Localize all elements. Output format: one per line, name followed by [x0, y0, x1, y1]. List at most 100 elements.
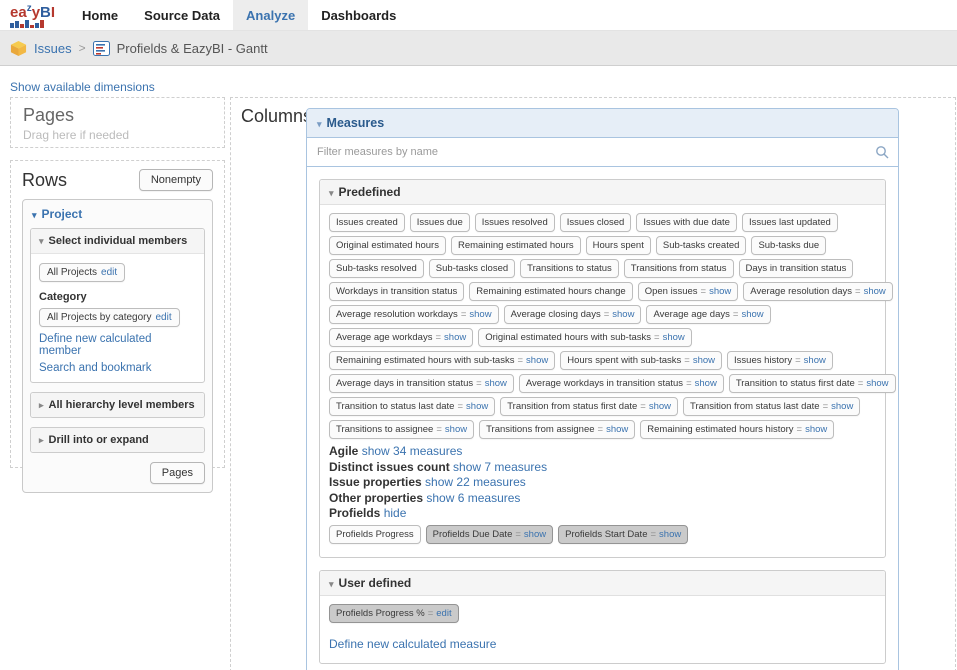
eazybi-logo[interactable]: eazyBI: [0, 0, 69, 30]
show-link[interactable]: show: [831, 401, 853, 412]
search-and-bookmark-link[interactable]: Search and bookmark: [39, 362, 196, 374]
show-link[interactable]: show: [606, 424, 628, 435]
measure-chip[interactable]: Issues created: [329, 213, 405, 232]
measure-chip[interactable]: Transitions to status: [520, 259, 619, 278]
move-to-pages-button[interactable]: Pages: [150, 462, 205, 484]
nav-item-home[interactable]: Home: [69, 0, 131, 30]
measure-group-line: Profields hide: [329, 506, 876, 522]
measure-chip[interactable]: Sub-tasks resolved: [329, 259, 424, 278]
drill-into-or-expand-header[interactable]: ▸Drill into or expand: [31, 428, 204, 452]
measure-chip[interactable]: Issues history=show: [727, 351, 833, 370]
project-dimension-header[interactable]: ▾Project: [23, 200, 212, 228]
measure-chip[interactable]: Remaining estimated hours with sub-tasks…: [329, 351, 555, 370]
measure-chip[interactable]: Workdays in transition status: [329, 282, 464, 301]
measure-group-toggle-link[interactable]: hide: [384, 506, 407, 520]
measure-chip[interactable]: Profields Due Date=show: [426, 525, 553, 544]
show-link[interactable]: show: [524, 529, 546, 540]
measure-chip[interactable]: Average age days=show: [646, 305, 770, 324]
measure-group-toggle-link[interactable]: show 22 measures: [425, 475, 526, 489]
show-link[interactable]: show: [526, 355, 548, 366]
show-available-dimensions-link[interactable]: Show available dimensions: [10, 80, 155, 94]
equals-sign: =: [512, 529, 524, 540]
measure-chip[interactable]: Remaining estimated hours: [451, 236, 581, 255]
show-link[interactable]: show: [866, 378, 888, 389]
show-link[interactable]: show: [805, 424, 827, 435]
show-link[interactable]: show: [741, 309, 763, 320]
measure-chip[interactable]: Average age workdays=show: [329, 328, 473, 347]
show-link[interactable]: show: [663, 332, 685, 343]
measure-chip[interactable]: Hours spent: [586, 236, 651, 255]
select-individual-members-header[interactable]: ▾Select individual members: [31, 229, 204, 254]
predefined-group-header[interactable]: ▾Predefined: [320, 180, 885, 205]
measure-chip[interactable]: Transition to status last date=show: [329, 397, 495, 416]
measure-chip[interactable]: Days in transition status: [739, 259, 854, 278]
measure-chip[interactable]: Transition from status first date=show: [500, 397, 678, 416]
measure-group-toggle-link[interactable]: show 34 measures: [362, 444, 463, 458]
nonempty-button[interactable]: Nonempty: [139, 169, 213, 191]
show-link[interactable]: show: [445, 424, 467, 435]
edit-member-link[interactable]: edit: [101, 267, 117, 278]
measure-chip[interactable]: Issues due: [410, 213, 470, 232]
measure-chip[interactable]: Average resolution workdays=show: [329, 305, 499, 324]
measure-chip[interactable]: Transitions from assignee=show: [479, 420, 635, 439]
measure-chip[interactable]: Transition from status last date=show: [683, 397, 860, 416]
pages-drop-zone[interactable]: Pages Drag here if needed: [10, 97, 225, 148]
measure-chip[interactable]: Issues with due date: [636, 213, 737, 232]
show-link[interactable]: show: [695, 378, 717, 389]
define-calculated-measure-link[interactable]: Define new calculated measure: [329, 637, 876, 651]
show-link[interactable]: show: [804, 355, 826, 366]
show-link[interactable]: show: [466, 401, 488, 412]
nav-item-dashboards[interactable]: Dashboards: [308, 0, 409, 30]
show-link[interactable]: show: [864, 286, 886, 297]
measure-chip[interactable]: Profields Start Date=show: [558, 525, 688, 544]
measure-chip[interactable]: Hours spent with sub-tasks=show: [560, 351, 722, 370]
edit-member-link[interactable]: edit: [156, 312, 172, 323]
edit-link[interactable]: edit: [436, 608, 451, 619]
show-link[interactable]: show: [693, 355, 715, 366]
member-chip-all-projects-by-category[interactable]: All Projects by categoryedit: [39, 308, 180, 327]
measure-chip[interactable]: Transitions to assignee=show: [329, 420, 474, 439]
measure-chip[interactable]: Average resolution days=show: [743, 282, 893, 301]
show-link[interactable]: show: [444, 332, 466, 343]
measure-group-toggle-link[interactable]: show 6 measures: [426, 491, 520, 505]
filter-measures-input[interactable]: [307, 138, 898, 166]
measure-chip[interactable]: Open issues=show: [638, 282, 739, 301]
measure-chip[interactable]: Remaining estimated hours change: [469, 282, 632, 301]
show-link[interactable]: show: [469, 309, 491, 320]
all-hierarchy-level-members-header[interactable]: ▸All hierarchy level members: [31, 393, 204, 417]
profields-chip-row: Profields Progress Profields Due Date=sho…: [329, 525, 876, 544]
measure-chip[interactable]: Issues resolved: [475, 213, 555, 232]
show-link[interactable]: show: [659, 529, 681, 540]
equals-sign: =: [601, 309, 613, 320]
show-link[interactable]: show: [485, 378, 507, 389]
measure-chip[interactable]: Average workdays in transition status=sh…: [519, 374, 724, 393]
measure-chip[interactable]: Remaining estimated hours history=show: [640, 420, 834, 439]
measure-chip[interactable]: Original estimated hours with sub-tasks=…: [478, 328, 692, 347]
show-link[interactable]: show: [649, 401, 671, 412]
measure-chip-label: Original estimated hours: [336, 240, 439, 251]
show-link[interactable]: show: [709, 286, 731, 297]
measure-chip[interactable]: Sub-tasks due: [751, 236, 826, 255]
measure-chip[interactable]: Sub-tasks closed: [429, 259, 515, 278]
measure-chip[interactable]: Original estimated hours: [329, 236, 446, 255]
measure-chip[interactable]: Transitions from status: [624, 259, 734, 278]
measure-chip[interactable]: Sub-tasks created: [656, 236, 747, 255]
measure-group-toggle-link[interactable]: show 7 measures: [453, 460, 547, 474]
breadcrumb-account-link[interactable]: Issues: [34, 41, 72, 56]
measure-chip[interactable]: Profields Progress %=edit: [329, 604, 459, 623]
measure-chip[interactable]: Issues closed: [560, 213, 632, 232]
show-link[interactable]: show: [612, 309, 634, 320]
measures-panel-header[interactable]: ▾Measures: [307, 109, 898, 138]
nav-item-source-data[interactable]: Source Data: [131, 0, 233, 30]
define-calculated-member-link[interactable]: Define new calculated member: [39, 333, 196, 357]
measure-chip-row: Remaining estimated hours with sub-tasks…: [329, 351, 876, 370]
measure-chip[interactable]: Issues last updated: [742, 213, 838, 232]
user-defined-group-header[interactable]: ▾User defined: [320, 571, 885, 596]
equals-sign: =: [651, 332, 663, 343]
measure-chip[interactable]: Transition to status first date=show: [729, 374, 896, 393]
measure-chip[interactable]: Average days in transition status=show: [329, 374, 514, 393]
nav-item-analyze[interactable]: Analyze: [233, 0, 308, 30]
measure-chip[interactable]: Profields Progress: [329, 525, 421, 544]
measure-chip[interactable]: Average closing days=show: [504, 305, 642, 324]
member-chip-all-projects[interactable]: All Projectsedit: [39, 263, 125, 282]
